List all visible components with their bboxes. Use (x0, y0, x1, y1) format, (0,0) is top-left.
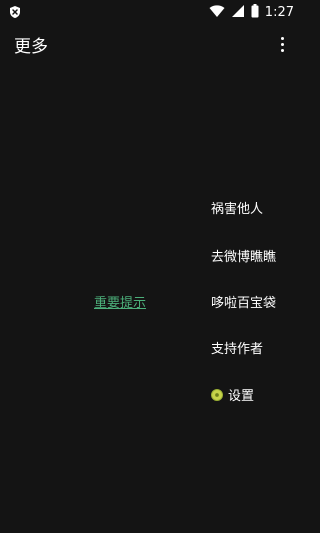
page-title: 更多 (14, 37, 48, 57)
shield-x-icon (8, 4, 22, 18)
status-time: 1:27 (264, 4, 294, 20)
menu-item-doraemon-pocket[interactable]: 哆啦百宝袋 (211, 292, 276, 311)
menu-item-visit-weibo[interactable]: 去微博瞧瞧 (211, 246, 276, 265)
screen: 1:27 更多 重要提示 祸害他人 去微博瞧瞧 哆啦百宝袋 支持作者 设置 (0, 0, 300, 533)
menu-item-settings-label: 设置 (228, 389, 255, 404)
settings-coin-icon (211, 388, 223, 401)
wifi-icon (209, 3, 225, 22)
important-notice-link[interactable]: 重要提示 (94, 292, 146, 311)
menu-item-support-author[interactable]: 支持作者 (211, 338, 263, 357)
signal-icon (231, 3, 245, 22)
status-icons: 1:27 (209, 2, 294, 22)
status-bar: 1:27 (0, 0, 300, 24)
battery-icon (251, 3, 259, 22)
menu-item-harm-others[interactable]: 祸害他人 (211, 198, 263, 217)
menu-item-settings[interactable]: 设置 (211, 385, 254, 404)
app-bar: 更多 (0, 24, 300, 64)
more-vertical-icon[interactable] (274, 34, 290, 54)
